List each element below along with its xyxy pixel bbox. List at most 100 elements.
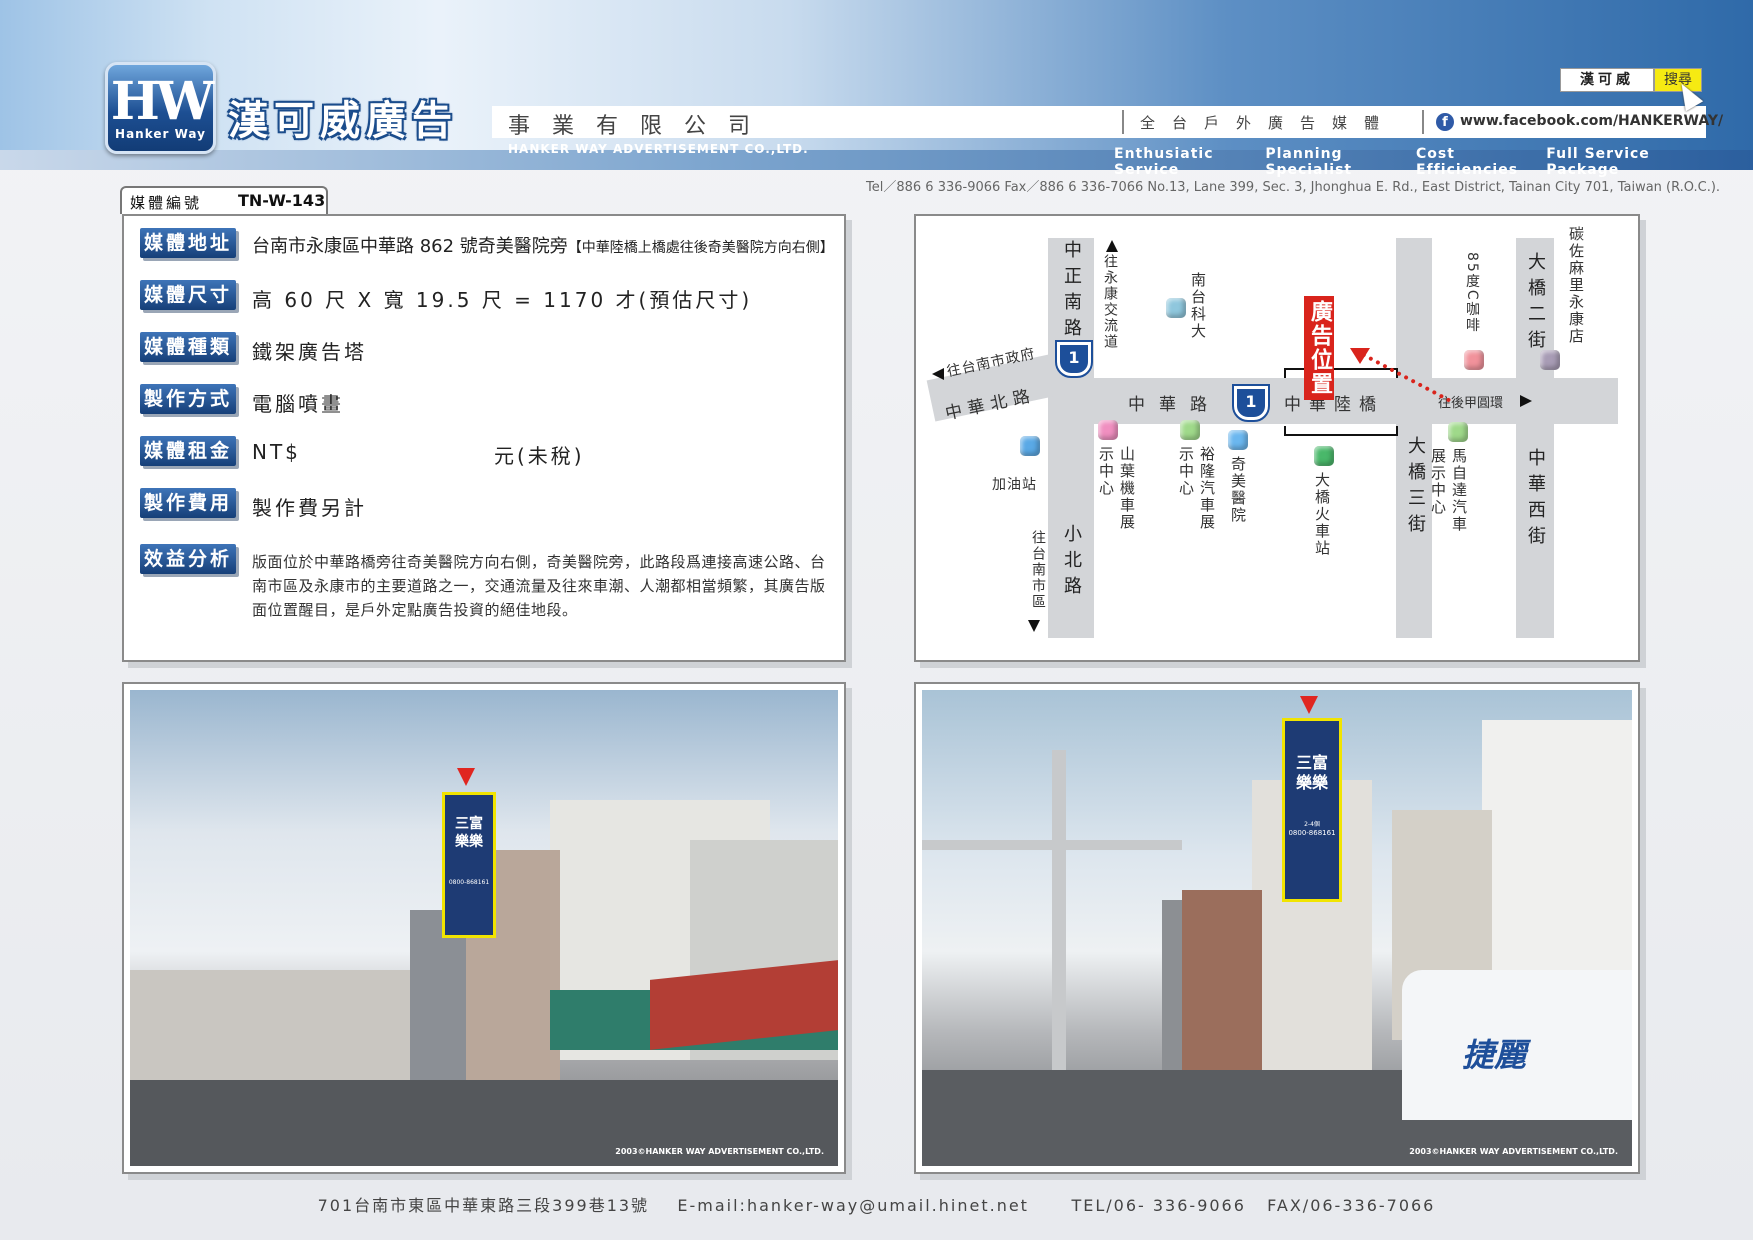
road-label-zhongzheng: 中正南路 [1061,240,1082,344]
media-id-label: 媒體編號 [130,194,203,212]
contact-line: Tel／886 6 336-9066 Fax／886 6 336-7066 No… [866,180,1721,195]
landmark-cafe85: 85度C咖啡 [1464,252,1480,334]
location-map: 中正南路 小北路 中華路 中華陸橋 中華北路 大橋三街 大橋二街 中華西街 往永… [914,214,1640,662]
site-photo-1: 三富 樂樂 0800-868161 2003©HANKER WAY ADVERT… [122,682,846,1174]
photo-credit: 2003©HANKER WAY ADVERTISEMENT CO.,LTD. [615,1147,824,1156]
rent-label: 媒體租金 [140,436,236,466]
fee-value: 製作費另計 [252,496,367,520]
building [1482,720,1632,1010]
pin-yamaha-icon [1098,420,1118,440]
landmark-gas: 加油站 [992,477,1037,493]
billboard-date: 2-4個 [1304,821,1320,828]
media-info-panel: 媒體地址 台南市永康區中華路 862 號奇美醫院旁【中華陸橋上橋處往後奇美醫院方… [122,214,846,662]
billboard-line1: 三富 [455,816,483,832]
search-input[interactable]: 漢可威 [1560,68,1654,92]
landmark-chimei: 奇美醫院 [1229,456,1247,524]
direction-yongkang: 往永康交流道 [1102,254,1118,350]
address-note: 【中華陸橋上橋處往後奇美醫院方向右側】 [567,240,834,256]
divider [1422,110,1424,134]
company-name-suffix: 事業有限公司 [508,114,773,139]
address-text: 台南市永康區中華路 862 號奇美醫院旁 [252,236,568,257]
company-name-english: HANKER WAY ADVERTISEMENT CO.,LTD. [508,142,809,156]
service-item: Planning Specialist [1265,146,1353,178]
landmark-daqiao-station: 大橋火車站 [1313,472,1331,557]
street-pole [1052,750,1066,1080]
address-value: 台南市永康區中華路 862 號奇美醫院旁【中華陸橋上橋處往後奇美醫院方向右側】 [252,232,834,258]
direction-city: 往台南市區 [1030,530,1046,610]
company-logo[interactable]: HW Hanker Way [105,62,216,154]
pin-cafe-icon [1464,350,1484,370]
bridge-marker-bottom [1284,426,1398,436]
facebook-link[interactable]: www.facebook.com/HANKERWAY/ [1460,113,1723,129]
ad-location-tag: 廣告位置 [1304,296,1334,400]
billboard: 三富 樂樂 0800-868161 [442,792,496,938]
billboard: 三富 樂樂 2-4個 0800-868161 [1282,718,1342,902]
benefit-label: 效益分析 [140,544,236,574]
billboard-line2: 樂樂 [1295,773,1328,792]
building [1182,890,1262,1080]
site-photo-2: 捷麗 三富 樂樂 2-4個 0800-868161 2003©HANKER WA… [914,682,1640,1174]
service-item: Full Service Package [1546,146,1650,178]
billboard-phone: 0800-868161 [448,879,490,886]
media-id-value: TN-W-143 [238,191,326,210]
rent-unit: 元(未稅) [494,444,585,468]
arrow-left-icon [932,368,944,380]
building [1162,900,1182,1080]
footer-contact: 701台南市東區中華東路三段399巷13號 E-mail:hanker-way@… [317,1196,1436,1215]
landmark-yulon: 裕隆汽車展示中心 [1177,446,1216,531]
highway-shield-icon: 1 [1232,384,1270,422]
production-value: 電腦噴畫 [252,392,344,416]
billboard-phone: 0800-868161 [1288,829,1336,837]
billboard-line2: 樂樂 [455,834,483,850]
service-item: Cost Efficiencies [1416,146,1519,178]
road-label-daqiao3: 大橋三街 [1405,436,1426,540]
pin-nantai-icon [1166,298,1186,318]
company-name-chinese: 漢可威廣告 [228,98,458,144]
arrow-down-icon [457,768,475,786]
logo-letters: HW [110,71,215,132]
production-label: 製作方式 [140,384,236,414]
address-label: 媒體地址 [140,228,236,258]
arrow-down-icon [1300,696,1318,714]
arrow-right-icon [1520,395,1532,407]
road-east [1546,378,1618,424]
pin-gas-icon [1020,436,1040,456]
landmark-yamaha: 山葉機車展示中心 [1097,446,1136,531]
logo-subtitle: Hanker Way [115,127,206,141]
service-item: Enthusiatic Service [1114,146,1214,178]
divider [1122,110,1124,134]
bus: 捷麗 [1402,970,1632,1120]
media-id-tab: 媒體編號 TN-W-143 [120,186,328,214]
services-list: Enthusiatic Service Planning Specialist … [1114,146,1708,178]
size-value: 高 60 尺 X 寬 19.5 尺 = 1170 才(預估尺寸) [252,288,753,312]
road-label-xiaobei: 小北路 [1061,524,1082,602]
photo-scene: 三富 樂樂 0800-868161 2003©HANKER WAY ADVERT… [130,690,838,1166]
pin-station-icon [1314,446,1334,466]
pin-chimei-icon [1228,430,1248,450]
bus-text: 捷麗 [1462,1036,1527,1074]
pin-yulon-icon [1180,420,1200,440]
size-label: 媒體尺寸 [140,280,236,310]
bridge-marker-top [1284,368,1398,378]
road-label-daqiao2: 大橋二街 [1525,252,1546,356]
road-label-zhonghua-west: 中華西街 [1525,448,1546,552]
landmark-nantai: 南台科大 [1189,272,1207,340]
arrow-up-icon [1106,240,1118,252]
facebook-icon[interactable]: f [1436,113,1454,131]
company-tagline: 全台戶外廣告媒體 [1140,114,1397,132]
landmark-mazda: 馬自達汽車展示中心 [1429,448,1468,533]
landmark-store: 碳佐麻里永康店 [1567,226,1585,345]
road-label-bridge: 中華陸橋 [1284,395,1384,415]
fee-label: 製作費用 [140,488,236,518]
photo-scene: 捷麗 三富 樂樂 2-4個 0800-868161 2003©HANKER WA… [922,690,1632,1166]
rent-value: NT$ [252,440,301,464]
building [130,970,410,1080]
type-value: 鐵架廣告塔 [252,340,367,364]
pin-mazda-icon [1448,422,1468,442]
street-arm [922,840,1182,850]
pin-store-icon [1540,350,1560,370]
road-label-zhonghua: 中華路 [1128,395,1221,415]
benefit-text: 版面位於中華路橋旁往奇美醫院方向右側，奇美醫院旁，此路段爲連接高速公路、台南市區… [252,553,826,619]
highway-shield-icon: 1 [1055,340,1093,378]
photo-credit: 2003©HANKER WAY ADVERTISEMENT CO.,LTD. [1409,1147,1618,1156]
